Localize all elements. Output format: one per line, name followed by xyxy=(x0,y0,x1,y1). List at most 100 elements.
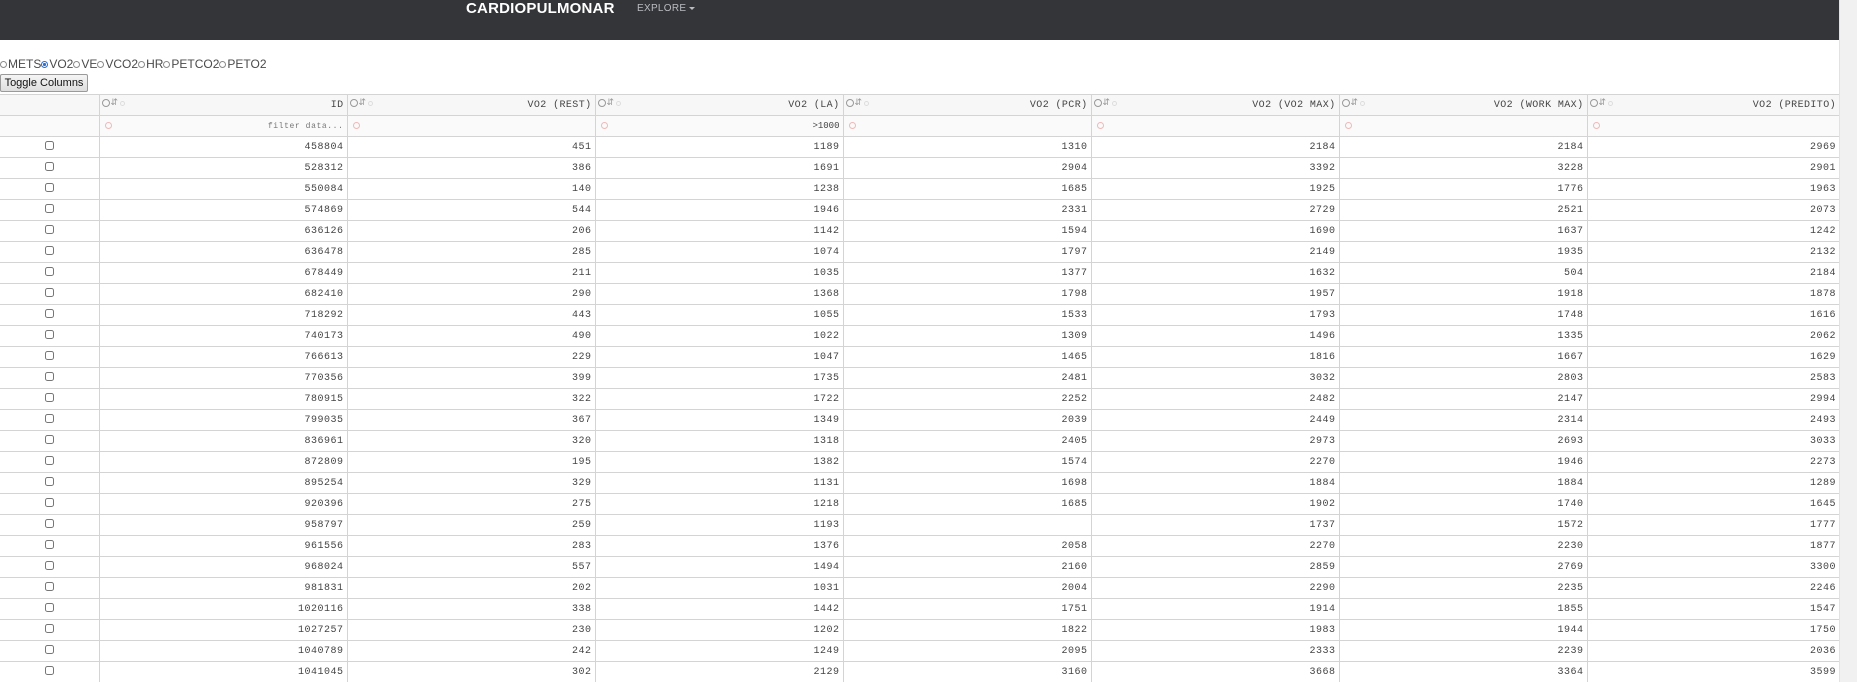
column-toggle-icon[interactable] xyxy=(1341,99,1350,107)
sort-icon[interactable]: ⇵ xyxy=(1599,98,1607,108)
metric-option-label: VO2 xyxy=(49,57,74,71)
explore-menu[interactable]: EXPLORE xyxy=(637,2,696,16)
filter-clear-icon[interactable] xyxy=(1096,122,1104,129)
caret-down-icon xyxy=(689,6,696,10)
filter-clear-icon[interactable] xyxy=(848,122,856,129)
toggle-columns-button[interactable]: Toggle Columns xyxy=(0,74,88,92)
row-checkbox[interactable] xyxy=(44,183,54,193)
radio-button[interactable] xyxy=(219,60,227,68)
app-brand[interactable]: CARDIOPULMONAR xyxy=(466,0,615,18)
row-checkbox[interactable] xyxy=(44,288,54,298)
column-header-vo2-rest[interactable]: ⇵ VO2 (REST) xyxy=(347,94,596,116)
row-checkbox[interactable] xyxy=(44,498,54,508)
radio-button[interactable] xyxy=(97,60,105,68)
metric-option-petco2[interactable]: PETCO2 xyxy=(163,57,219,71)
row-checkbox[interactable] xyxy=(44,204,54,214)
row-checkbox[interactable] xyxy=(44,414,54,424)
row-checkbox[interactable] xyxy=(44,603,54,613)
filter-clear-icon[interactable] xyxy=(104,122,112,129)
metric-option-vco2[interactable]: VCO2 xyxy=(97,57,138,71)
radio-button[interactable] xyxy=(163,60,171,68)
column-menu-icon[interactable] xyxy=(616,100,622,106)
row-checkbox[interactable] xyxy=(44,141,54,151)
cell-vo2-la: 1382 xyxy=(595,451,844,473)
column-header-vo2-pcr[interactable]: ⇵ VO2 (PCR) xyxy=(843,94,1092,116)
row-checkbox[interactable] xyxy=(44,267,54,277)
sort-icon[interactable]: ⇵ xyxy=(607,98,615,108)
filter-clear-icon[interactable] xyxy=(352,122,360,129)
column-header-vo2-work-max[interactable]: ⇵ VO2 (WORK MAX) xyxy=(1339,94,1588,116)
sort-icon[interactable]: ⇵ xyxy=(855,98,863,108)
vertical-scrollbar[interactable] xyxy=(1839,0,1857,682)
metric-option-vo2[interactable]: VO2 xyxy=(41,57,73,71)
metric-option-ve[interactable]: VE xyxy=(73,57,97,71)
filter-clear-icon[interactable] xyxy=(1592,122,1600,129)
cell-vo2-la: 2129 xyxy=(595,661,844,682)
metric-option-peto2[interactable]: PETO2 xyxy=(219,57,267,71)
column-header-id[interactable]: ⇵ ID xyxy=(99,94,348,116)
column-menu-icon[interactable] xyxy=(120,100,126,106)
row-checkbox[interactable] xyxy=(44,477,54,487)
column-toggle-icon[interactable] xyxy=(1093,99,1102,107)
column-toggle-icon[interactable] xyxy=(101,99,110,107)
row-checkbox[interactable] xyxy=(44,561,54,571)
column-toggle-icon[interactable] xyxy=(1589,99,1598,107)
column-menu-icon[interactable] xyxy=(1112,100,1118,106)
sort-icon[interactable]: ⇵ xyxy=(111,98,119,108)
filter-cell-vo2-work-max[interactable] xyxy=(1339,115,1588,137)
sort-icon[interactable]: ⇵ xyxy=(1103,98,1111,108)
row-checkbox[interactable] xyxy=(44,351,54,361)
row-checkbox[interactable] xyxy=(44,582,54,592)
column-header-vo2-vo2-max[interactable]: ⇵ VO2 (VO2 MAX) xyxy=(1091,94,1340,116)
filter-cell-vo2-rest[interactable] xyxy=(347,115,596,137)
row-checkbox[interactable] xyxy=(44,330,54,340)
sort-icon[interactable]: ⇵ xyxy=(1351,98,1359,108)
metric-option-mets[interactable]: METS xyxy=(0,57,41,71)
cell-id: 636478 xyxy=(99,241,348,263)
column-toggle-icon[interactable] xyxy=(597,99,606,107)
filter-cell-id[interactable]: filter data... xyxy=(99,115,348,137)
row-checkbox[interactable] xyxy=(44,540,54,550)
cell-id: 1040789 xyxy=(99,640,348,662)
row-checkbox[interactable] xyxy=(44,372,54,382)
column-header-vo2-la[interactable]: ⇵ VO2 (LA) xyxy=(595,94,844,116)
cell-id: 872809 xyxy=(99,451,348,473)
sort-icon[interactable]: ⇵ xyxy=(359,98,367,108)
metric-option-hr[interactable]: HR xyxy=(138,57,163,71)
filter-cell-vo2-predito[interactable] xyxy=(1587,115,1839,137)
column-menu-icon[interactable] xyxy=(368,100,374,106)
column-menu-icon[interactable] xyxy=(1608,100,1614,106)
row-checkbox[interactable] xyxy=(44,309,54,319)
cell-id: 895254 xyxy=(99,472,348,494)
column-header-vo2-predito[interactable]: ⇵ VO2 (PREDITO) xyxy=(1587,94,1839,116)
row-checkbox[interactable] xyxy=(44,456,54,466)
row-checkbox[interactable] xyxy=(44,246,54,256)
filter-cell-vo2-pcr[interactable] xyxy=(843,115,1092,137)
row-checkbox[interactable] xyxy=(44,162,54,172)
row-checkbox[interactable] xyxy=(44,225,54,235)
radio-button[interactable] xyxy=(138,60,146,68)
cell-vo2-la: 1031 xyxy=(595,577,844,599)
row-checkbox[interactable] xyxy=(44,624,54,634)
row-checkbox[interactable] xyxy=(44,393,54,403)
column-menu-icon[interactable] xyxy=(864,100,870,106)
column-toggle-icon[interactable] xyxy=(845,99,854,107)
filter-cell-vo2-vo2-max[interactable] xyxy=(1091,115,1340,137)
cell-vo2-vo2-max: 2729 xyxy=(1091,199,1340,221)
row-checkbox[interactable] xyxy=(44,645,54,655)
radio-button[interactable] xyxy=(41,60,49,68)
column-menu-icon[interactable] xyxy=(1360,100,1366,106)
radio-button[interactable] xyxy=(73,60,81,68)
table-row: 958797 259 1193 1737 1572 1777 xyxy=(0,514,1839,536)
row-checkbox[interactable] xyxy=(44,435,54,445)
filter-clear-icon[interactable] xyxy=(600,122,608,129)
filter-value: >1000 xyxy=(812,121,840,131)
cell-vo2-predito: 1629 xyxy=(1587,346,1839,368)
cell-vo2-predito: 1963 xyxy=(1587,178,1839,200)
filter-clear-icon[interactable] xyxy=(1344,122,1352,129)
row-checkbox[interactable] xyxy=(44,666,54,676)
column-toggle-icon[interactable] xyxy=(349,99,358,107)
radio-button[interactable] xyxy=(0,60,7,68)
filter-cell-vo2-la[interactable]: >1000 xyxy=(595,115,844,137)
row-checkbox[interactable] xyxy=(44,519,54,529)
